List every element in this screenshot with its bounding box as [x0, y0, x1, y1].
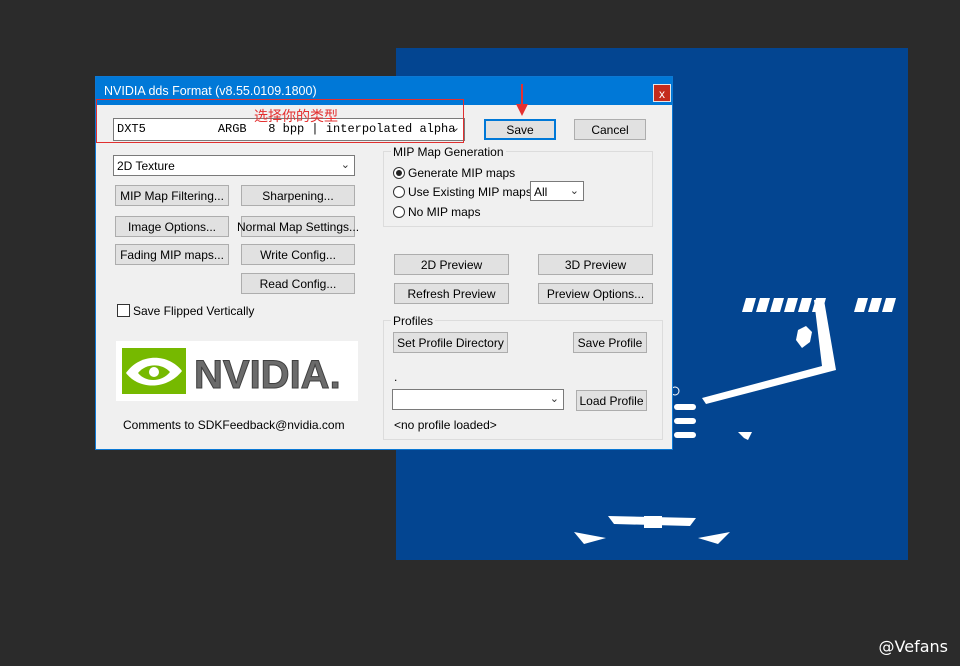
- texture-type-select[interactable]: 2D Texture ⌄: [113, 155, 355, 176]
- bottom-right-chevron: [698, 532, 730, 544]
- preview-options-button[interactable]: Preview Options...: [538, 283, 653, 304]
- mip-count-select[interactable]: All ⌄: [530, 181, 584, 201]
- bracket-shape: [702, 300, 836, 404]
- lion-emblem-icon: [796, 326, 812, 348]
- bottom-left-chevron: [574, 532, 606, 544]
- refresh-preview-button[interactable]: Refresh Preview: [394, 283, 509, 304]
- profile-status: <no profile loaded>: [394, 418, 497, 432]
- no-mip-radio[interactable]: [393, 206, 405, 218]
- close-button[interactable]: x: [653, 84, 671, 102]
- cancel-button[interactable]: Cancel: [574, 119, 646, 140]
- comments-text: Comments to SDKFeedback@nvidia.com: [123, 418, 345, 432]
- watermark: @Vefans: [878, 637, 948, 656]
- profile-path: .: [394, 370, 398, 384]
- nvidia-wordmark: NVIDIA.: [194, 353, 341, 397]
- chevron-down-icon: ⌄: [569, 185, 579, 197]
- close-icon: x: [659, 87, 665, 101]
- nvidia-logo: NVIDIA.: [116, 341, 358, 401]
- set-profile-directory-button[interactable]: Set Profile Directory: [393, 332, 508, 353]
- profiles-group-title: Profiles: [391, 314, 436, 328]
- chevron-down-icon: ⌄: [549, 393, 559, 405]
- generate-mip-radio[interactable]: [393, 167, 405, 179]
- chevron-down-icon: ⌄: [340, 159, 350, 171]
- 3d-preview-button[interactable]: 3D Preview: [538, 254, 653, 275]
- no-mip-label: No MIP maps: [408, 205, 481, 219]
- dialog-title: NVIDIA dds Format (v8.55.0109.1800): [104, 84, 317, 98]
- texture-type-value: 2D Texture: [117, 159, 175, 173]
- 2d-preview-button[interactable]: 2D Preview: [394, 254, 509, 275]
- bottom-notch: [644, 516, 662, 528]
- save-profile-button[interactable]: Save Profile: [573, 332, 647, 353]
- use-existing-mip-radio[interactable]: [393, 186, 405, 198]
- sharpening-button[interactable]: Sharpening...: [241, 185, 355, 206]
- write-config-button[interactable]: Write Config...: [241, 244, 355, 265]
- save-button[interactable]: Save: [484, 119, 556, 140]
- annotation-arrow-icon: [516, 84, 528, 116]
- use-existing-mip-label: Use Existing MIP maps: [408, 185, 532, 199]
- annotation-text: 选择你的类型: [254, 109, 338, 125]
- mip-group-title: MIP Map Generation: [391, 145, 506, 159]
- load-profile-button[interactable]: Load Profile: [576, 390, 647, 411]
- generate-mip-label: Generate MIP maps: [408, 166, 516, 180]
- profile-select[interactable]: ⌄: [392, 389, 564, 410]
- save-flipped-checkbox[interactable]: [117, 304, 130, 317]
- fading-mip-maps-button[interactable]: Fading MIP maps...: [115, 244, 229, 265]
- mip-count-value: All: [534, 185, 548, 199]
- image-options-button[interactable]: Image Options...: [115, 216, 229, 237]
- read-config-button[interactable]: Read Config...: [241, 273, 355, 294]
- mip-map-filtering-button[interactable]: MIP Map Filtering...: [115, 185, 229, 206]
- normal-map-settings-button[interactable]: Normal Map Settings...: [237, 216, 359, 237]
- save-flipped-label: Save Flipped Vertically: [133, 304, 255, 318]
- tiny-emblem-icon: [738, 432, 752, 440]
- small-bars: [674, 404, 696, 438]
